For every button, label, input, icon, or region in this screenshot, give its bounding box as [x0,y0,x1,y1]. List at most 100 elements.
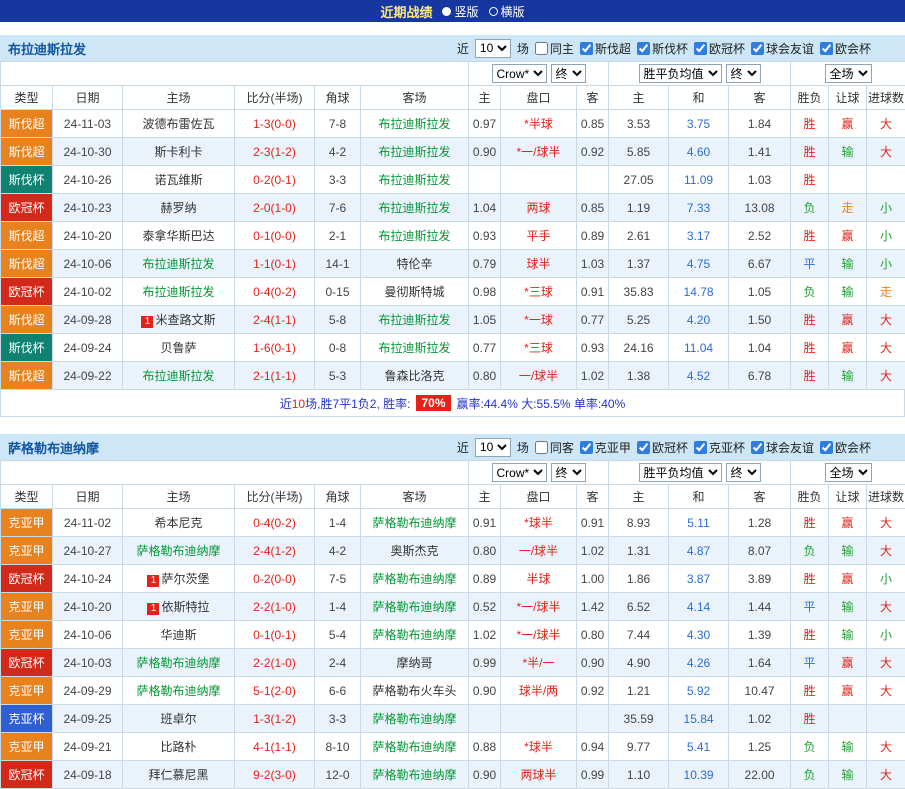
recent-count-select[interactable]: 10 [475,39,511,58]
avg-final-select[interactable]: 终 [726,64,761,83]
away-odds: 0.93 [577,334,609,362]
red-card-badge: 1 [141,316,153,328]
home-team-name: 布拉迪斯拉发 [142,285,214,299]
home-team-name: 萨格勒布迪纳摩 [136,544,220,558]
avg-final-select[interactable]: 终 [726,463,761,482]
avg-away: 1.50 [729,306,791,334]
away-team-name: 布拉迪斯拉发 [378,145,450,159]
handicap-line: *一/球半 [501,593,577,621]
odds-source-select[interactable]: Crow* [492,463,547,482]
match-row: 欧冠杯24-10-03萨格勒布迪纳摩2-2(1-0)2-4摩纳哥0.99*半/一… [1,649,905,677]
vertical-layout-option[interactable]: 竖版 [442,3,478,20]
filter-bar: 近10场同客克亚甲欧冠杯克亚杯球会友谊欧会杯 [457,438,897,457]
red-card-badge: 1 [147,575,159,587]
avg-away: 3.89 [729,565,791,593]
corners: 5-4 [315,621,361,649]
result-cell: 平 [791,593,829,621]
avg-home: 24.16 [609,334,669,362]
same-venue-checkbox[interactable] [535,441,548,454]
league-filter-checkbox[interactable] [580,42,593,55]
away-team-name: 萨格勒布迪纳摩 [372,516,456,530]
home-odds: 0.88 [469,733,501,761]
league-filter-checkbox[interactable] [820,42,833,55]
league-filter-checkbox[interactable] [820,441,833,454]
vertical-layout-radio[interactable] [442,7,451,16]
league-filter-label: 球会友谊 [766,439,814,456]
league-filter-checkbox[interactable] [637,42,650,55]
handicap-line: 一/球半 [501,362,577,390]
avg-away: 1.04 [729,334,791,362]
league-filter-checkbox[interactable] [751,441,764,454]
horizontal-layout-option[interactable]: 横版 [489,3,525,20]
scope-select[interactable]: 全场 [825,64,872,83]
away-team: 奥斯杰克 [361,537,469,565]
avg-odds-controls: 胜平负均值终 [609,461,791,485]
league-filter-label: 欧会杯 [835,40,871,57]
recent-count-select[interactable]: 10 [475,438,511,457]
away-odds: 0.91 [577,278,609,306]
home-team-name: 布拉迪斯拉发 [142,257,214,271]
league-filter-2[interactable]: 欧冠杯 [694,40,745,57]
result-cell: 平 [791,250,829,278]
league-filter-3[interactable]: 球会友谊 [751,40,814,57]
league-filter-0[interactable]: 斯伐超 [580,40,631,57]
away-odds: 0.91 [577,509,609,537]
avg-away: 1.41 [729,138,791,166]
league-filter-1[interactable]: 斯伐杯 [637,40,688,57]
home-team-name: 班卓尔 [160,712,196,726]
avg-away: 1.84 [729,110,791,138]
league-filter-4[interactable]: 欧会杯 [820,40,871,57]
column-header-5: 客场 [361,485,469,509]
avg-draw: 3.17 [669,222,729,250]
league-filter-checkbox[interactable] [637,441,650,454]
away-team-name: 鲁森比洛克 [384,369,444,383]
away-team-name: 摩纳哥 [396,656,432,670]
match-type-badge: 欧冠杯 [1,761,53,789]
match-row: 斯伐超24-10-20泰拿华斯巴达0-1(0-0)2-1布拉迪斯拉发0.93平手… [1,222,905,250]
home-team: 拜仁慕尼黑 [123,761,235,789]
home-odds: 0.97 [469,110,501,138]
home-team-name: 华迪斯 [160,628,196,642]
odds-source-select[interactable]: Crow* [492,64,547,83]
avg-away: 10.47 [729,677,791,705]
handicap-final-select[interactable]: 终 [551,463,586,482]
league-filter-0[interactable]: 克亚甲 [580,439,631,456]
league-filter-2[interactable]: 克亚杯 [694,439,745,456]
avg-home: 35.59 [609,705,669,733]
same-venue-filter[interactable]: 同主 [535,40,574,57]
league-filter-4[interactable]: 欧会杯 [820,439,871,456]
avg-home: 3.53 [609,110,669,138]
summary-lead-post: 场,胜7平1负2, 胜率: [305,397,410,411]
match-type-badge: 克亚甲 [1,593,53,621]
column-header-12: 胜负 [791,86,829,110]
same-venue-checkbox[interactable] [535,42,548,55]
match-type-badge: 斯伐超 [1,306,53,334]
handicap-line: *一/球半 [501,621,577,649]
league-filter-1[interactable]: 欧冠杯 [637,439,688,456]
league-filter-checkbox[interactable] [694,441,707,454]
league-filter-3[interactable]: 球会友谊 [751,439,814,456]
avg-away: 8.07 [729,537,791,565]
avg-type-select[interactable]: 胜平负均值 [639,64,722,83]
scope-select[interactable]: 全场 [825,463,872,482]
match-row: 克亚甲24-09-29萨格勒布迪纳摩5-1(2-0)6-6萨格勒布火车头0.90… [1,677,905,705]
home-team-name: 希本尼克 [154,516,202,530]
league-filter-checkbox[interactable] [580,441,593,454]
handicap-final-select[interactable]: 终 [551,64,586,83]
match-date: 24-09-25 [53,705,123,733]
league-filter-checkbox[interactable] [694,42,707,55]
match-date: 24-10-24 [53,565,123,593]
win-rate-badge: 70% [416,395,450,411]
column-header-13: 让球 [829,86,867,110]
handicap-line [501,166,577,194]
avg-type-select[interactable]: 胜平负均值 [639,463,722,482]
match-date: 24-11-03 [53,110,123,138]
home-odds: 0.90 [469,761,501,789]
result-cell: 胜 [791,362,829,390]
handicap-result-cell: 赢 [829,509,867,537]
league-filter-checkbox[interactable] [751,42,764,55]
home-team-name: 贝鲁萨 [160,341,196,355]
column-header-14: 进球数 [867,86,905,110]
same-venue-filter[interactable]: 同客 [535,439,574,456]
horizontal-layout-radio[interactable] [489,7,498,16]
